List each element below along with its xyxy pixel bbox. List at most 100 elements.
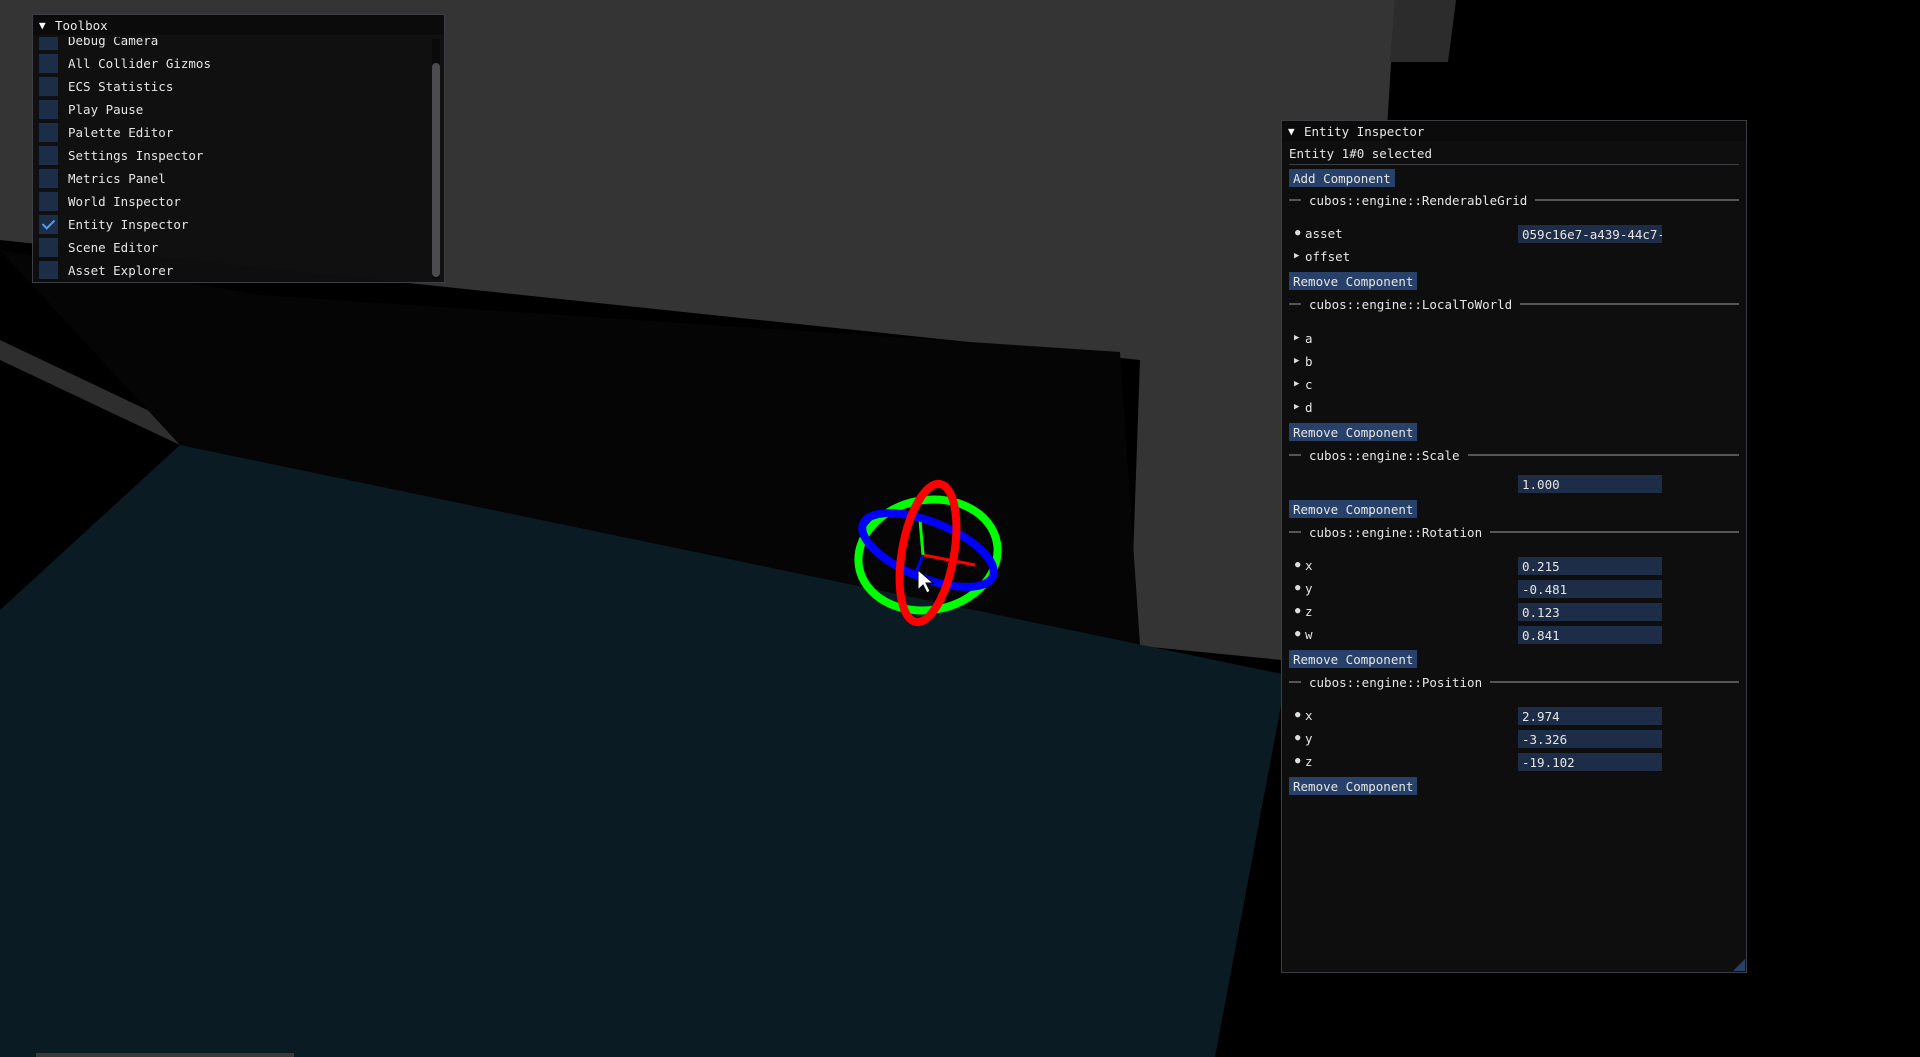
field-label: z [1305, 603, 1313, 619]
remove-component-button[interactable]: Remove Component [1289, 272, 1418, 290]
component-header-scale: cubos::engine::Scale [1289, 447, 1739, 463]
tool-item-label: Entity Inspector [68, 216, 189, 232]
bullet-icon: ● [1295, 629, 1301, 639]
scale-input[interactable]: 1.000 [1518, 475, 1662, 493]
rotation-y-input[interactable]: -0.481 [1518, 580, 1662, 598]
toolbox-window[interactable]: ▼ Toolbox Debug Camera All Collider Gizm… [32, 14, 445, 283]
field-label: asset [1305, 225, 1343, 241]
bullet-icon: ● [1295, 606, 1301, 616]
tool-item-all-collider-gizmos[interactable]: All Collider Gizmos [39, 52, 211, 74]
bullet-icon: ● [1295, 583, 1301, 593]
checkbox[interactable] [39, 122, 58, 142]
divider [1289, 164, 1739, 165]
scrollbar-thumb[interactable] [432, 63, 440, 277]
triangle-right-icon[interactable]: ▶ [1289, 379, 1305, 389]
tool-item-label: All Collider Gizmos [68, 55, 211, 71]
component-name: cubos::engine::LocalToWorld [1309, 296, 1513, 312]
field-position-y: ● y [1289, 727, 1313, 749]
tree-node-a[interactable]: ▶ a [1289, 327, 1313, 349]
checkbox[interactable] [39, 53, 58, 73]
bullet-icon: ● [1295, 733, 1301, 743]
checkbox[interactable] [39, 168, 58, 188]
field-rotation-w: ● w [1289, 623, 1313, 645]
tree-node-d[interactable]: ▶ d [1289, 396, 1313, 418]
component-header-position: cubos::engine::Position [1289, 674, 1739, 690]
tool-item-debug-camera[interactable]: Debug Camera [39, 37, 158, 51]
field-label: x [1305, 707, 1313, 723]
bullet-icon: ● [1295, 228, 1301, 238]
field-rotation-x: ● x [1289, 554, 1313, 576]
tool-item-ecs-statistics[interactable]: ECS Statistics [39, 75, 173, 97]
tool-item-label: Debug Camera [68, 37, 159, 48]
tool-item-label: Play Pause [68, 101, 144, 117]
tree-node-label: d [1305, 399, 1313, 415]
tree-node-label: a [1305, 330, 1313, 346]
remove-component-button[interactable]: Remove Component [1289, 423, 1418, 441]
field-label: y [1305, 580, 1313, 596]
component-name: cubos::engine::Rotation [1309, 524, 1483, 540]
tree-node-label: offset [1305, 248, 1351, 264]
remove-component-button[interactable]: Remove Component [1289, 500, 1418, 518]
rotation-w-input[interactable]: 0.841 [1518, 626, 1662, 644]
tool-item-world-inspector[interactable]: World Inspector [39, 190, 181, 212]
position-x-input[interactable]: 2.974 [1518, 707, 1662, 725]
checkbox[interactable] [39, 76, 58, 96]
triangle-right-icon[interactable]: ▶ [1289, 251, 1305, 261]
toolbox-list: Debug Camera All Collider Gizmos ECS Sta… [39, 37, 425, 279]
triangle-right-icon[interactable]: ▶ [1289, 333, 1305, 343]
horizontal-scrollbar[interactable] [36, 1053, 294, 1057]
field-rotation-z: ● z [1289, 600, 1313, 622]
tool-item-label: ECS Statistics [68, 78, 174, 94]
field-rotation-y: ● y [1289, 577, 1313, 599]
component-name: cubos::engine::RenderableGrid [1309, 192, 1528, 208]
tree-node-label: c [1305, 376, 1313, 392]
checkbox[interactable] [39, 145, 58, 165]
toolbox-titlebar[interactable]: ▼ Toolbox [33, 15, 444, 35]
resize-grip-icon[interactable] [1733, 959, 1745, 971]
checkbox[interactable] [39, 99, 58, 119]
remove-component-button[interactable]: Remove Component [1289, 650, 1418, 668]
gray-wall-upper [1390, 0, 1456, 62]
asset-input[interactable]: 059c16e7-a439-44c7-9 [1518, 225, 1662, 243]
checkbox[interactable] [39, 191, 58, 211]
tool-item-play-pause[interactable]: Play Pause [39, 98, 143, 120]
tree-node-offset[interactable]: ▶ offset [1289, 245, 1350, 267]
bullet-icon: ● [1295, 560, 1301, 570]
position-y-input[interactable]: -3.326 [1518, 730, 1662, 748]
tool-item-palette-editor[interactable]: Palette Editor [39, 121, 173, 143]
toolbox-scrollbar[interactable] [432, 39, 440, 279]
tool-item-entity-inspector[interactable]: Entity Inspector [39, 213, 188, 235]
checkmark-icon[interactable] [39, 214, 58, 234]
position-z-input[interactable]: -19.102 [1518, 753, 1662, 771]
field-position-z: ● z [1289, 750, 1313, 772]
tool-item-label: Settings Inspector [68, 147, 204, 163]
tree-node-b[interactable]: ▶ b [1289, 350, 1313, 372]
field-asset: ● asset [1289, 222, 1343, 244]
selected-entity-text: Entity 1#0 selected [1289, 145, 1432, 161]
rotation-x-input[interactable]: 0.215 [1518, 557, 1662, 575]
field-label: w [1305, 626, 1313, 642]
bullet-icon: ● [1295, 710, 1301, 720]
collapse-triangle-icon[interactable]: ▼ [39, 19, 55, 32]
tree-node-label: b [1305, 353, 1313, 369]
checkbox[interactable] [39, 37, 58, 50]
component-header-rotation: cubos::engine::Rotation [1289, 524, 1739, 540]
tool-item-label: Asset Explorer [68, 262, 174, 278]
tool-item-label: Scene Editor [68, 239, 159, 255]
component-name: cubos::engine::Scale [1309, 447, 1460, 463]
add-component-button[interactable]: Add Component [1289, 169, 1395, 187]
checkbox[interactable] [39, 237, 58, 257]
triangle-right-icon[interactable]: ▶ [1289, 356, 1305, 366]
tool-item-settings-inspector[interactable]: Settings Inspector [39, 144, 203, 166]
remove-component-button[interactable]: Remove Component [1289, 777, 1418, 795]
tree-node-c[interactable]: ▶ c [1289, 373, 1313, 395]
field-label: z [1305, 753, 1313, 769]
entity-inspector-window[interactable]: ▼ Entity Inspector Entity 1#0 selected A… [1281, 120, 1747, 973]
tool-item-asset-explorer[interactable]: Asset Explorer [39, 259, 173, 279]
tool-item-label: Metrics Panel [68, 170, 166, 186]
rotation-z-input[interactable]: 0.123 [1518, 603, 1662, 621]
tool-item-metrics-panel[interactable]: Metrics Panel [39, 167, 166, 189]
tool-item-scene-editor[interactable]: Scene Editor [39, 236, 158, 258]
triangle-right-icon[interactable]: ▶ [1289, 402, 1305, 412]
checkbox[interactable] [39, 260, 58, 279]
